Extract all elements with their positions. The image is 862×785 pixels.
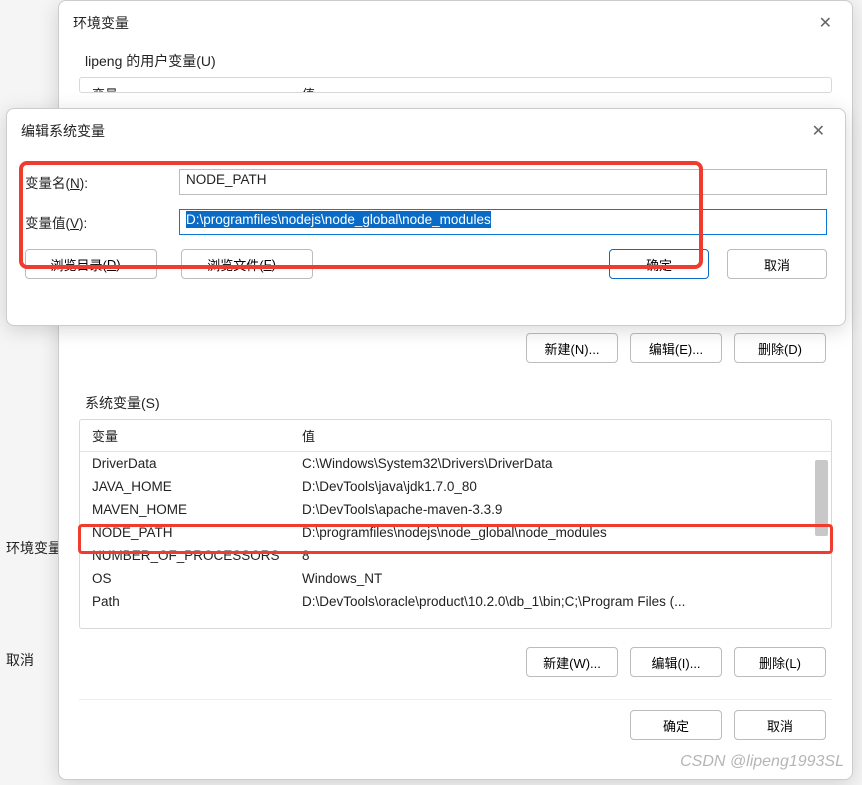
env-cancel-button[interactable]: 取消 bbox=[734, 710, 826, 740]
edit-sys-var-button[interactable]: 编辑(I)... bbox=[630, 647, 722, 677]
variable-name-input[interactable]: NODE_PATH bbox=[179, 169, 827, 195]
variable-value-input[interactable]: D:\programfiles\nodejs\node_global\node_… bbox=[179, 209, 827, 235]
user-col-value: 值 bbox=[302, 84, 821, 93]
user-col-variable: 变量 bbox=[92, 84, 302, 93]
new-user-var-button[interactable]: 新建(N)... bbox=[526, 333, 618, 363]
env-dialog-title: 环境变量 bbox=[73, 13, 129, 33]
edit-system-variable-dialog: 编辑系统变量 ✕ 变量名(N): NODE_PATH 变量值(V): D:\pr… bbox=[6, 108, 846, 326]
table-row[interactable]: DriverDataC:\Windows\System32\Drivers\Dr… bbox=[80, 452, 831, 475]
sys-col-variable: 变量 bbox=[92, 426, 302, 445]
delete-sys-var-button[interactable]: 删除(L) bbox=[734, 647, 826, 677]
user-var-button-row: 新建(N)... 编辑(E)... 删除(D) bbox=[67, 323, 844, 377]
edit-user-var-button[interactable]: 编辑(E)... bbox=[630, 333, 722, 363]
close-icon[interactable]: ✕ bbox=[806, 119, 831, 143]
env-dialog-header: 环境变量 ✕ bbox=[59, 1, 852, 43]
delete-user-var-button[interactable]: 删除(D) bbox=[734, 333, 826, 363]
sys-var-button-row: 新建(W)... 编辑(I)... 删除(L) bbox=[67, 637, 844, 691]
sys-col-value: 值 bbox=[302, 426, 821, 445]
user-variables-box[interactable]: 变量 值 bbox=[79, 77, 832, 93]
table-row[interactable]: OSWindows_NT bbox=[80, 567, 831, 590]
system-variables-box: 变量 值 DriverDataC:\Windows\System32\Drive… bbox=[79, 419, 832, 629]
env-ok-button[interactable]: 确定 bbox=[630, 710, 722, 740]
browse-file-button[interactable]: 浏览文件(F)... bbox=[181, 249, 313, 279]
variable-value-label: 变量值(V): bbox=[25, 212, 179, 232]
browse-directory-button[interactable]: 浏览目录(D)... bbox=[25, 249, 157, 279]
variable-value-row: 变量值(V): D:\programfiles\nodejs\node_glob… bbox=[25, 209, 827, 235]
background-cancel-label: 取消 bbox=[6, 650, 34, 670]
edit-ok-button[interactable]: 确定 bbox=[609, 249, 709, 279]
scrollbar[interactable] bbox=[815, 460, 828, 536]
sys-table-header: 变量 值 bbox=[80, 420, 831, 452]
table-row[interactable]: NUMBER_OF_PROCESSORS8 bbox=[80, 544, 831, 567]
edit-dialog-header: 编辑系统变量 ✕ bbox=[7, 109, 845, 151]
background-env-label: 环境变量 bbox=[6, 538, 62, 558]
table-row[interactable]: JAVA_HOMED:\DevTools\java\jdk1.7.0_80 bbox=[80, 475, 831, 498]
edit-cancel-button[interactable]: 取消 bbox=[727, 249, 827, 279]
new-sys-var-button[interactable]: 新建(W)... bbox=[526, 647, 618, 677]
table-row[interactable]: PathD:\DevTools\oracle\product\10.2.0\db… bbox=[80, 590, 831, 613]
edit-dialog-title: 编辑系统变量 bbox=[21, 121, 105, 141]
table-row[interactable]: MAVEN_HOMED:\DevTools\apache-maven-3.3.9 bbox=[80, 498, 831, 521]
close-icon[interactable]: ✕ bbox=[813, 11, 838, 35]
variable-name-label: 变量名(N): bbox=[25, 172, 179, 192]
env-footer-buttons: 确定 取消 bbox=[67, 700, 844, 754]
sys-var-list[interactable]: DriverDataC:\Windows\System32\Drivers\Dr… bbox=[80, 452, 831, 628]
system-variables-group-label: 系统变量(S) bbox=[85, 393, 826, 413]
user-variables-group-label: lipeng 的用户变量(U) bbox=[85, 51, 826, 71]
table-row[interactable]: NODE_PATHD:\programfiles\nodejs\node_glo… bbox=[80, 521, 831, 544]
variable-name-row: 变量名(N): NODE_PATH bbox=[25, 169, 827, 195]
